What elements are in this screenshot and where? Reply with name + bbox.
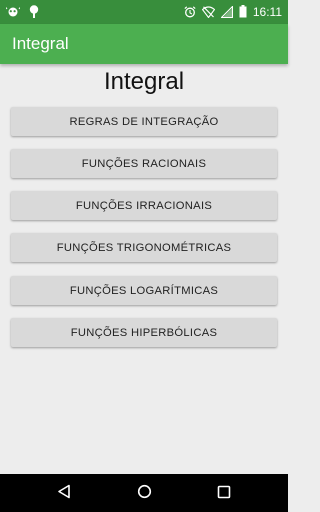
page-heading: Integral <box>103 68 185 95</box>
recents-icon <box>217 484 231 503</box>
funcoes-trigonometricas-button[interactable]: FUNÇÕES TRIGONOMÉTRICAS <box>11 233 277 262</box>
recents-button[interactable] <box>204 474 244 512</box>
regras-de-integracao-button[interactable]: REGRAS DE INTEGRAÇÃO <box>11 107 277 136</box>
funcoes-racionais-button[interactable]: FUNÇÕES RACIONAIS <box>11 149 277 178</box>
app-bar: Integral <box>0 24 288 64</box>
navigation-bar <box>0 474 288 512</box>
alarm-icon <box>184 3 196 22</box>
home-icon <box>137 484 152 503</box>
back-icon <box>57 484 71 503</box>
status-bar: 16:11 <box>0 0 288 24</box>
funcoes-irracionais-button[interactable]: FUNÇÕES IRRACIONAIS <box>11 191 277 220</box>
battery-icon <box>239 3 247 22</box>
wifi-off-icon <box>201 3 216 22</box>
app-title: Integral <box>12 34 69 53</box>
signal-icon <box>220 3 233 22</box>
status-time: 16:11 <box>252 5 282 19</box>
notification-icon <box>5 3 21 22</box>
funcoes-hiperbolicas-button[interactable]: FUNÇÕES HIPERBÓLICAS <box>11 318 277 347</box>
funcoes-logaritmicas-button[interactable]: FUNÇÕES LOGARÍTMICAS <box>11 276 277 305</box>
back-button[interactable] <box>44 474 84 512</box>
home-button[interactable] <box>124 474 164 512</box>
android-icon <box>28 3 40 22</box>
